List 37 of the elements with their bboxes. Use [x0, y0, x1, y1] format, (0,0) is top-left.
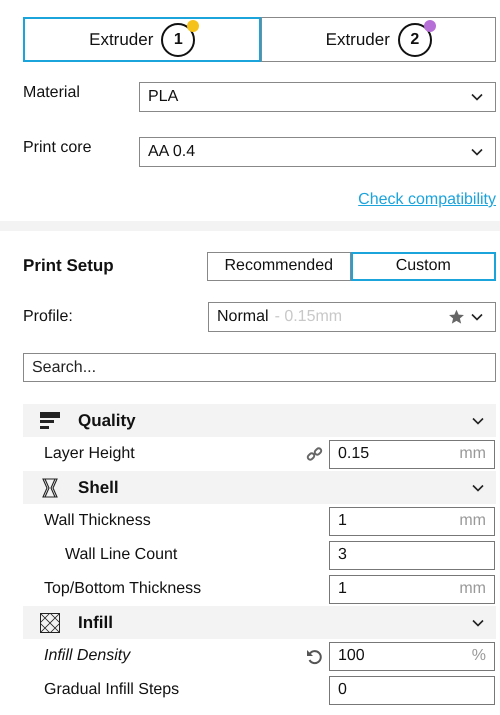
category-title: Shell	[78, 478, 120, 498]
setting-input[interactable]: 1 mm	[329, 574, 495, 604]
setting-label: Wall Thickness	[43, 512, 152, 530]
setting-label: Wall Line Count	[64, 546, 178, 564]
material-dropdown[interactable]: PLA	[139, 82, 496, 112]
setting-label: Gradual Infill Steps	[43, 681, 180, 699]
category-header[interactable]: Quality	[23, 404, 496, 437]
category-title: Quality	[78, 410, 137, 430]
setting-input[interactable]: 3	[329, 540, 495, 570]
category-header[interactable]: Shell	[23, 471, 496, 504]
extruder-tab[interactable]: Extruder 1	[23, 17, 260, 62]
setting-input[interactable]: 0	[329, 676, 495, 704]
reset-icon[interactable]	[306, 648, 322, 664]
setting-input[interactable]: 100 %	[329, 642, 495, 670]
shell-icon	[40, 478, 60, 498]
chevron-down-icon	[471, 313, 483, 321]
field-label: Print core	[23, 138, 92, 158]
setting-input[interactable]: 1 mm	[329, 506, 495, 536]
chevron-down-icon	[471, 93, 483, 101]
chevron-down-icon	[471, 148, 483, 156]
category-header[interactable]: Infill	[23, 606, 496, 639]
setting-label: Layer Height	[43, 445, 136, 463]
setting-label: Top/Bottom Thickness	[43, 580, 202, 598]
category-title: Infill	[78, 612, 114, 632]
star-icon	[448, 309, 465, 325]
setting-input[interactable]: 0.15 mm	[329, 440, 495, 468]
setting-label: Infill Density	[43, 647, 132, 665]
section-title: Print Setup	[23, 256, 114, 276]
layers-icon	[40, 410, 60, 430]
field-label: Material	[23, 83, 81, 103]
mode-tab[interactable]: Custom	[350, 252, 496, 280]
search-field[interactable]: Search...	[23, 353, 496, 382]
print-core-dropdown[interactable]: AA 0.4	[139, 137, 496, 167]
field-label: Profile:	[23, 307, 74, 327]
extruder-tab[interactable]: Extruder 2	[260, 17, 496, 62]
mode-tab[interactable]: Recommended	[207, 252, 350, 280]
infill-icon	[40, 612, 60, 632]
